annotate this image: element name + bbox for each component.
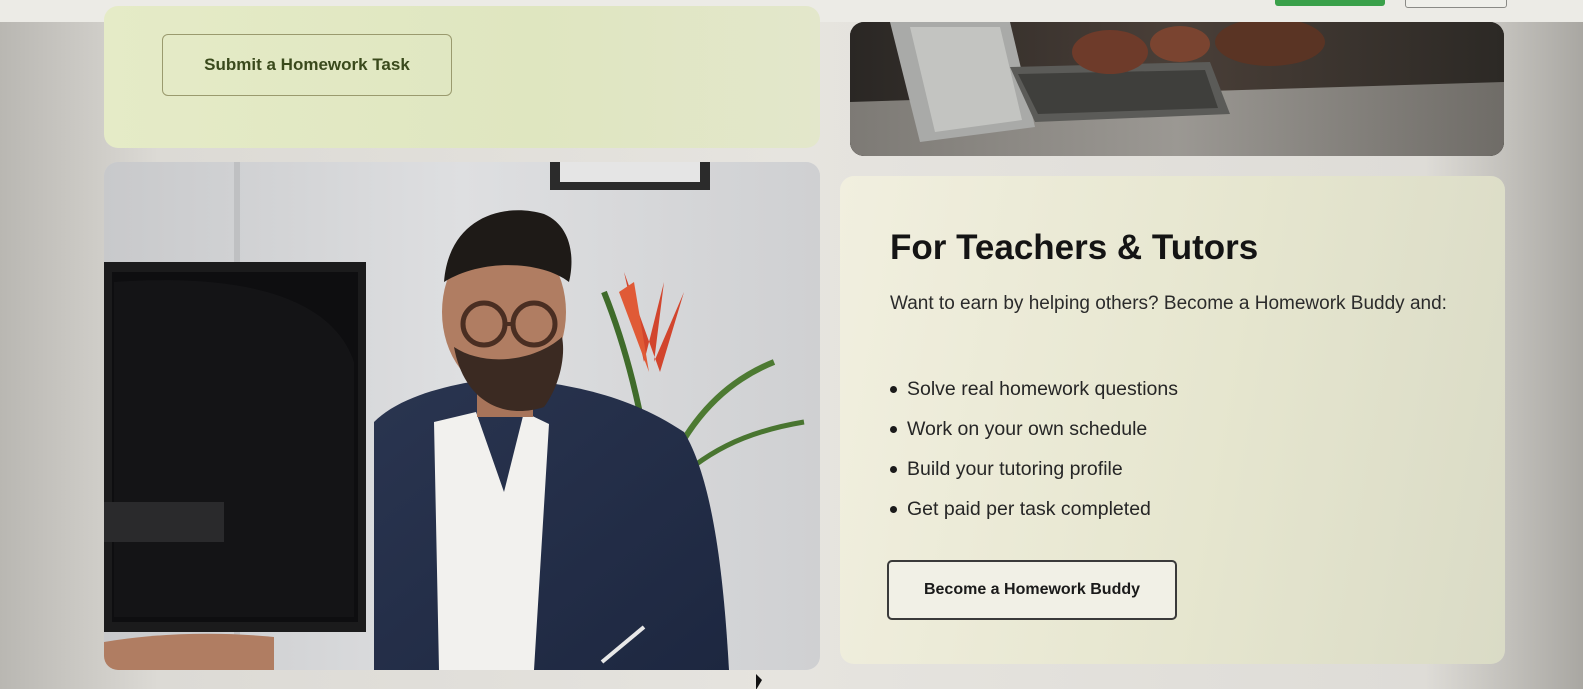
benefit-text: Get paid per task completed <box>907 498 1151 520</box>
nav-secondary-button[interactable] <box>1405 0 1507 8</box>
teachers-card-intro: Want to earn by helping others? Become a… <box>890 293 1447 314</box>
become-homework-buddy-button[interactable]: Become a Homework Buddy <box>887 560 1177 620</box>
mouse-cursor-icon <box>756 674 762 689</box>
students-card: Submit a Homework Task <box>104 6 820 148</box>
tutor-photo <box>104 162 820 670</box>
nav-primary-button[interactable] <box>1275 0 1385 6</box>
list-item: Get paid per task completed <box>890 489 1178 529</box>
benefit-text: Work on your own schedule <box>907 418 1148 440</box>
submit-homework-task-button[interactable]: Submit a Homework Task <box>162 34 452 96</box>
monitor <box>104 262 366 632</box>
list-item: Work on your own schedule <box>890 409 1178 449</box>
teachers-card-title: For Teachers & Tutors <box>890 228 1259 267</box>
bullet-icon <box>890 425 897 433</box>
laptop-typing-illustration <box>850 22 1504 156</box>
laptop-photo <box>850 22 1504 156</box>
list-item: Build your tutoring profile <box>890 449 1178 489</box>
benefit-text: Solve real homework questions <box>907 378 1178 400</box>
list-item: Solve real homework questions <box>890 369 1178 409</box>
benefits-list: Solve real homework questions Work on yo… <box>890 369 1178 529</box>
benefit-text: Build your tutoring profile <box>907 458 1123 480</box>
bullet-icon <box>890 385 897 393</box>
bullet-icon <box>890 465 897 473</box>
teachers-tutors-card: For Teachers & Tutors Want to earn by he… <box>840 176 1505 664</box>
bullet-icon <box>890 505 897 513</box>
tutor-at-desk-illustration <box>104 162 820 670</box>
